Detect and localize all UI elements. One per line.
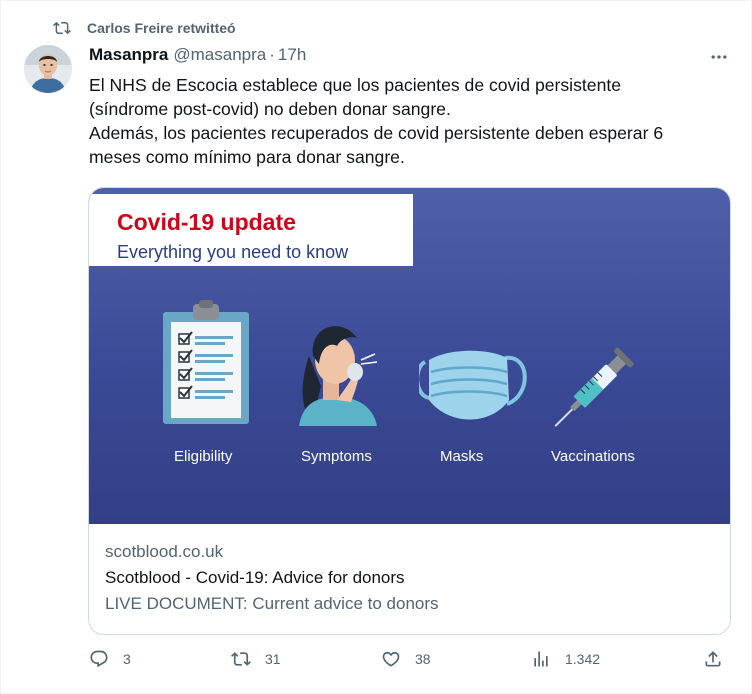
- like-count: 38: [415, 651, 431, 667]
- views-count: 1.342: [565, 651, 601, 667]
- caption-masks: Masks: [440, 448, 484, 465]
- card-domain: scotblood.co.uk: [105, 542, 224, 561]
- syringe-icon: [554, 347, 634, 427]
- tweet-text: El NHS de Escocia establece que los paci…: [89, 73, 729, 169]
- share-icon: [705, 651, 721, 667]
- banner-subtitle: Everything you need to know: [117, 242, 349, 262]
- tweet-text-line: meses como mínimo para donar sangre.: [89, 147, 405, 167]
- share-button[interactable]: [703, 649, 723, 669]
- avatar-image: [24, 45, 72, 93]
- caption-vaccinations: Vaccinations: [551, 448, 635, 465]
- reply-count: 3: [123, 651, 131, 667]
- banner-title: Covid-19 update: [117, 209, 296, 235]
- caption-eligibility: Eligibility: [174, 448, 233, 465]
- retweet-context[interactable]: Carlos Freire retwitteó: [53, 19, 236, 37]
- heart-icon: [382, 651, 400, 667]
- separator: ·: [269, 45, 275, 64]
- timestamp[interactable]: 17h: [278, 45, 306, 65]
- card-image[interactable]: Covid-19 update Everything you need to k…: [89, 188, 730, 524]
- tweet-text-line: Además, los pacientes recuperados de cov…: [89, 123, 664, 143]
- retweet-count: 31: [265, 651, 281, 667]
- clipboard-icon: [163, 300, 249, 424]
- more-icon: [711, 55, 727, 59]
- tweet-text-line: El NHS de Escocia establece que los paci…: [89, 75, 622, 95]
- views-button[interactable]: 1.342: [531, 649, 600, 669]
- card-title[interactable]: Scotblood - Covid-19: Advice for donors: [105, 568, 405, 588]
- more-options-button[interactable]: [707, 45, 731, 69]
- retweet-icon: [53, 21, 71, 35]
- tweet-actions: 3 31 38 1.342: [1, 649, 752, 677]
- card-meta[interactable]: scotblood.co.uk Scotblood - Covid-19: Ad…: [89, 524, 730, 634]
- reply-icon: [90, 650, 108, 668]
- card-description: LIVE DOCUMENT: Current advice to donors: [105, 594, 439, 613]
- card-banner: Covid-19 update Everything you need to k…: [89, 194, 413, 266]
- symptoms-person-icon: [299, 326, 378, 426]
- link-card[interactable]: Covid-19 update Everything you need to k…: [88, 187, 731, 635]
- tweet[interactable]: Carlos Freire retwitteó Masanpra @masanp…: [0, 0, 752, 694]
- retweet-label[interactable]: Carlos Freire retwitteó: [87, 20, 236, 36]
- reply-button[interactable]: 3: [89, 649, 131, 669]
- author-handle[interactable]: @masanpra: [173, 45, 266, 65]
- retweet-icon: [231, 652, 251, 666]
- face-mask-icon: [419, 350, 527, 420]
- tweet-header: Masanpra @masanpra · 17h: [89, 45, 306, 65]
- caption-symptoms: Symptoms: [301, 448, 372, 465]
- tweet-text-line: (síndrome post-covid) no deben donar san…: [89, 99, 451, 119]
- avatar[interactable]: [24, 45, 72, 93]
- retweet-button[interactable]: 31: [231, 649, 281, 669]
- like-button[interactable]: 38: [381, 649, 431, 669]
- author-name[interactable]: Masanpra: [89, 45, 168, 65]
- analytics-icon: [534, 651, 548, 667]
